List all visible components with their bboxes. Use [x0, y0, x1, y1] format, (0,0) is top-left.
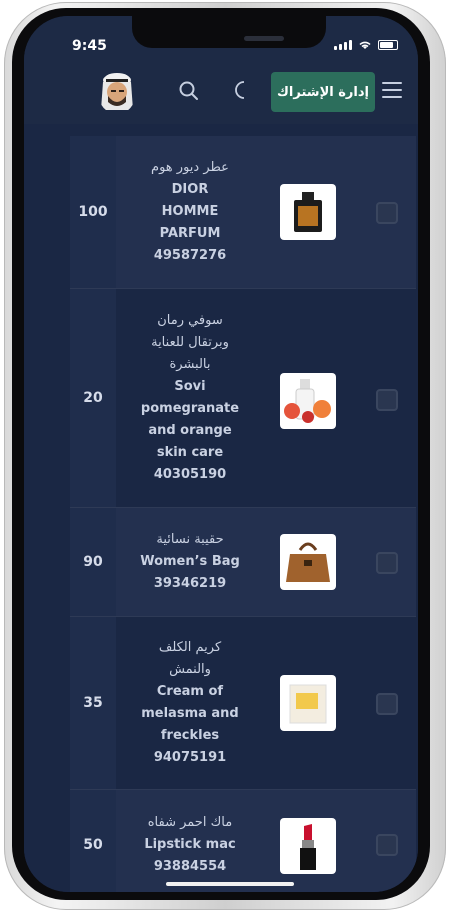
product-name-en-line: freckles [160, 728, 220, 743]
wifi-icon [359, 41, 371, 49]
product-name-en-line: melasma and [141, 706, 239, 721]
table-row[interactable]: 90 حقيبة نسائية Women’s Bag 39346219 [70, 508, 416, 617]
row-checkbox[interactable] [376, 834, 398, 856]
product-name: عطر ديور هوم DIOR HOMME PARFUM 49587276 [124, 136, 256, 288]
product-name-ar-line: بالبشرة [169, 357, 211, 372]
hamburger-icon[interactable] [382, 82, 402, 98]
phone-bezel: 9:45 إدارة الإشتراك 100 عطر ديور هوم DIO… [12, 8, 430, 900]
product-name: حقيبة نسائية Women’s Bag 39346219 [124, 508, 256, 616]
app-header: إدارة الإشتراك [24, 64, 418, 124]
product-name-ar: عطر ديور هوم [151, 160, 229, 175]
table-row[interactable]: 20 سوفي رمان وبرتقال للعناية بالبشرة Sov… [70, 289, 416, 508]
lipstick-icon [280, 818, 336, 874]
product-name: سوفي رمان وبرتقال للعناية بالبشرة Sovi p… [124, 289, 256, 507]
row-checkbox[interactable] [376, 389, 398, 411]
product-code: 49587276 [153, 248, 227, 263]
product-name-en-line: Women’s Bag [140, 554, 240, 569]
table-row[interactable]: 50 ماك احمر شفاه Lipstick mac 93884554 [70, 790, 416, 892]
product-name-en-line: Cream of [156, 684, 224, 699]
skincare-bottle-icon [280, 373, 336, 429]
table-row[interactable]: 35 كريم الكلف والنمش Cream of melasma an… [70, 617, 416, 790]
quantity: 100 [70, 136, 116, 288]
product-code: 93884554 [153, 859, 227, 874]
product-name-ar-line: سوفي رمان [157, 313, 223, 328]
product-table: 100 عطر ديور هوم DIOR HOMME PARFUM 49587… [70, 136, 416, 892]
product-code: 94075191 [153, 750, 227, 765]
cream-jar-icon [280, 675, 336, 731]
product-code: 39346219 [153, 576, 227, 591]
table-row[interactable]: 100 عطر ديور هوم DIOR HOMME PARFUM 49587… [70, 136, 416, 289]
product-name-en-line: HOMME [161, 204, 219, 219]
speaker-grille [244, 36, 284, 41]
manage-subscription-button[interactable]: إدارة الإشتراك [271, 72, 375, 112]
product-name-ar: حقيبة نسائية [156, 532, 224, 547]
row-checkbox[interactable] [376, 693, 398, 715]
quantity: 20 [70, 289, 116, 507]
avatar[interactable] [98, 72, 136, 114]
product-name-en-line: DIOR [171, 182, 209, 197]
home-indicator[interactable] [166, 882, 294, 886]
row-checkbox[interactable] [376, 202, 398, 224]
status-bar: 9:45 [24, 16, 418, 64]
product-name-en-line: pomegranate [140, 401, 240, 416]
moon-icon[interactable] [230, 80, 250, 100]
row-checkbox[interactable] [376, 552, 398, 574]
quantity: 35 [70, 617, 116, 789]
quantity: 50 [70, 790, 116, 892]
product-name-en-line: and orange [148, 423, 232, 438]
camera-notch [132, 16, 326, 48]
quantity: 90 [70, 508, 116, 616]
product-name-en-line: skin care [156, 445, 224, 460]
product-name-en-line: PARFUM [159, 226, 221, 241]
battery-icon [378, 40, 398, 50]
product-code: 40305190 [153, 467, 227, 482]
product-name-ar-line: والنمش [169, 662, 211, 677]
product-name-ar-line: كريم الكلف [158, 640, 222, 655]
product-name: كريم الكلف والنمش Cream of melasma and f… [124, 617, 256, 789]
user-avatar-icon [101, 73, 133, 110]
handbag-icon [280, 534, 336, 590]
screen: 9:45 إدارة الإشتراك 100 عطر ديور هوم DIO… [24, 16, 418, 892]
status-time: 9:45 [72, 38, 107, 54]
system-icons [334, 40, 398, 50]
product-name-en-line: Sovi [174, 379, 206, 394]
search-icon[interactable] [178, 80, 200, 102]
product-name-ar: ماك احمر شفاه [147, 815, 233, 830]
product-name: ماك احمر شفاه Lipstick mac 93884554 [124, 790, 256, 892]
product-name-ar-line: وبرتقال للعناية [151, 335, 229, 350]
signal-icon [334, 40, 352, 50]
product-list: 100 عطر ديور هوم DIOR HOMME PARFUM 49587… [24, 124, 418, 892]
product-name-en-line: Lipstick mac [144, 837, 236, 852]
perfume-bottle-icon [280, 184, 336, 240]
